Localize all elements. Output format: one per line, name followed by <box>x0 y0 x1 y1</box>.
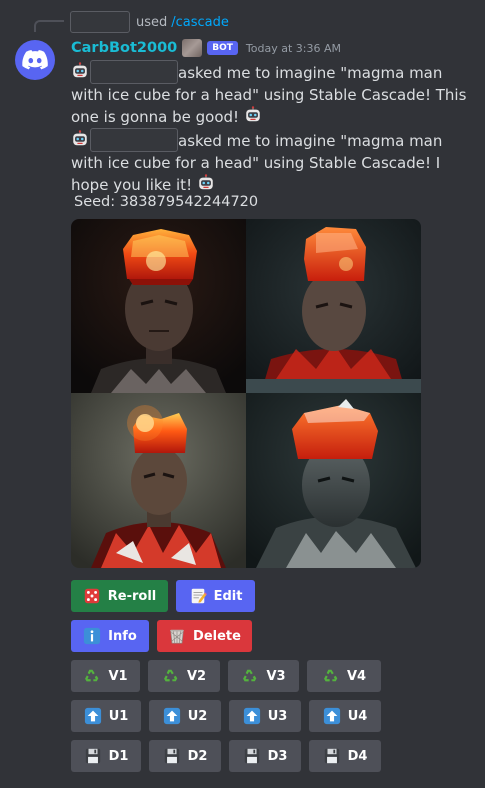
server-emoji-icon <box>182 39 203 57</box>
generated-image-2[interactable] <box>246 219 421 393</box>
reroll-label: Re-roll <box>107 588 157 604</box>
generated-image-1[interactable] <box>71 219 246 393</box>
variation-2-button[interactable]: V2 <box>148 660 220 692</box>
generated-image-4[interactable] <box>246 393 421 568</box>
variation-4-label: V4 <box>346 668 367 684</box>
discord-logo-icon <box>22 50 48 70</box>
upscale-3-label: U3 <box>267 708 288 724</box>
memo-icon <box>189 587 207 605</box>
download-1-button[interactable]: D1 <box>71 740 141 772</box>
download-4-label: D4 <box>347 748 368 764</box>
upscale-4-label: U4 <box>347 708 368 724</box>
recycle-icon <box>322 667 340 685</box>
variation-1-label: V1 <box>108 668 128 684</box>
information-icon <box>83 627 101 645</box>
author-username[interactable]: CarbBot2000 <box>71 40 177 56</box>
recycle-icon <box>83 667 101 685</box>
floppy-disk-icon <box>323 747 341 765</box>
reply-context: used /cascade <box>70 11 229 33</box>
reply-connector <box>34 20 64 32</box>
upscale-4-button[interactable]: U4 <box>309 700 381 732</box>
robot-face-icon <box>71 130 89 148</box>
message-header: CarbBot2000 BOT Today at 3:36 AM <box>71 37 341 59</box>
up-arrow-icon <box>163 707 181 725</box>
download-2-label: D2 <box>187 748 208 764</box>
upscale-3-button[interactable]: U3 <box>229 700 301 732</box>
up-arrow-icon <box>84 707 102 725</box>
game-die-icon <box>83 587 101 605</box>
upscale-2-label: U2 <box>187 708 208 724</box>
upscale-2-button[interactable]: U2 <box>149 700 221 732</box>
redacted-username <box>70 11 130 33</box>
info-label: Info <box>108 628 137 644</box>
download-3-label: D3 <box>267 748 288 764</box>
reroll-button[interactable]: Re-roll <box>71 580 168 612</box>
generated-image-3[interactable] <box>71 393 246 568</box>
variation-2-label: V2 <box>186 668 207 684</box>
robot-face-icon <box>71 62 89 80</box>
variation-1-button[interactable]: V1 <box>71 660 140 692</box>
wastebasket-icon <box>168 627 186 645</box>
edit-button[interactable]: Edit <box>176 580 255 612</box>
message-timestamp[interactable]: Today at 3:36 AM <box>246 42 341 55</box>
seed-text: Seed: 383879542244720 <box>74 194 259 210</box>
slash-command-link[interactable]: /cascade <box>171 15 229 30</box>
redacted-mention <box>90 128 178 152</box>
reply-used-text: used <box>136 14 168 30</box>
delete-label: Delete <box>193 628 241 644</box>
bot-avatar[interactable] <box>15 40 55 80</box>
floppy-disk-icon <box>243 747 261 765</box>
download-3-button[interactable]: D3 <box>229 740 301 772</box>
redacted-mention <box>90 60 178 84</box>
recycle-icon <box>162 667 180 685</box>
up-arrow-icon <box>243 707 261 725</box>
variation-3-label: V3 <box>266 668 286 684</box>
recycle-icon <box>241 667 259 685</box>
bot-tag: BOT <box>207 41 238 55</box>
floppy-disk-icon <box>163 747 181 765</box>
message-text-2: asked me to imagine "magma man with ice … <box>71 128 471 196</box>
delete-button[interactable]: Delete <box>157 620 252 652</box>
upscale-1-label: U1 <box>108 708 129 724</box>
download-1-label: D1 <box>108 748 129 764</box>
floppy-disk-icon <box>84 747 102 765</box>
robot-face-icon <box>197 174 215 192</box>
download-2-button[interactable]: D2 <box>149 740 221 772</box>
message-text-1: asked me to imagine "magma man with ice … <box>71 60 471 128</box>
up-arrow-icon <box>323 707 341 725</box>
download-4-button[interactable]: D4 <box>309 740 381 772</box>
edit-label: Edit <box>213 588 243 604</box>
variation-3-button[interactable]: V3 <box>228 660 299 692</box>
upscale-1-button[interactable]: U1 <box>71 700 141 732</box>
variation-4-button[interactable]: V4 <box>307 660 381 692</box>
robot-face-icon <box>244 106 262 124</box>
generated-image-grid[interactable] <box>71 219 421 568</box>
info-button[interactable]: Info <box>71 620 149 652</box>
